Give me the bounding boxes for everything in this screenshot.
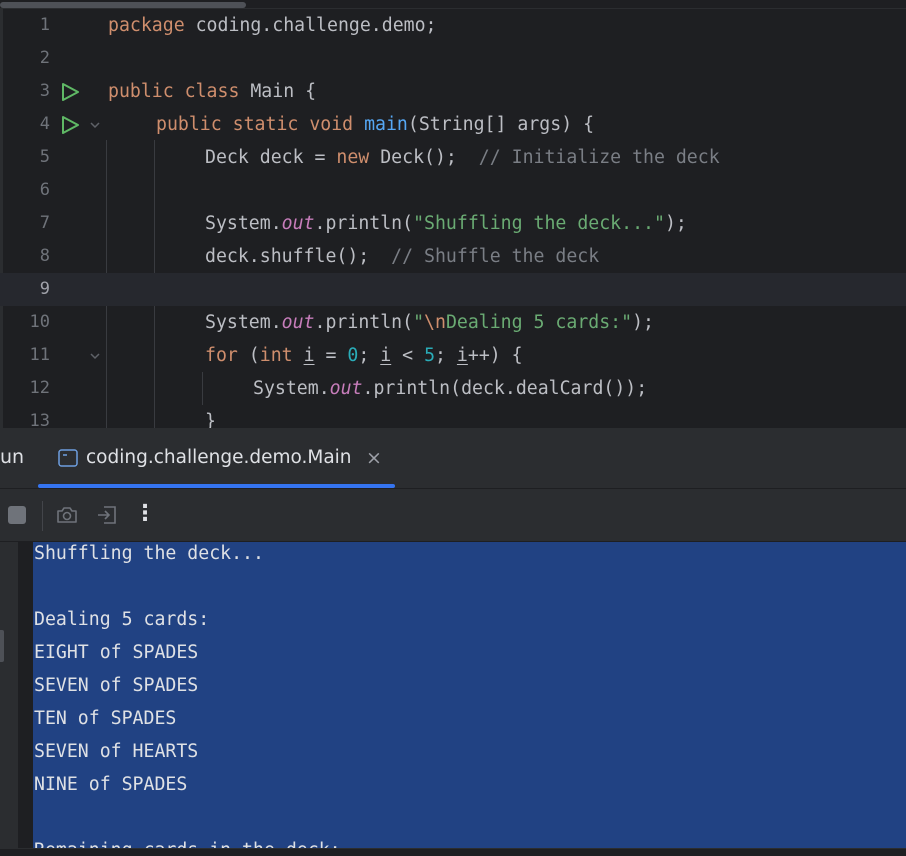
code-line-3[interactable]: 3 public class Main { (0, 75, 906, 108)
output-line[interactable]: TEN of SPADES (34, 702, 176, 735)
line-number: 7 (39, 213, 50, 233)
camera-icon[interactable] (55, 503, 79, 527)
console-gutter (0, 542, 18, 856)
line-number: 2 (39, 48, 50, 68)
code-text[interactable]: Deck deck = new Deck(); // Initialize th… (205, 141, 720, 174)
code-line-11[interactable]: 11 for (int i = 0; i < 5; i++) { (0, 339, 906, 372)
fold-arrow-icon[interactable] (88, 118, 102, 132)
code-line-7[interactable]: 7 System.out.println("Shuffling the deck… (0, 207, 906, 240)
line-number: 3 (39, 81, 50, 101)
code-text[interactable]: deck.shuffle(); // Shuffle the deck (205, 240, 599, 273)
horizontal-scrollbar[interactable] (0, 0, 906, 9)
line-number: 8 (39, 246, 50, 266)
active-tab-indicator (38, 484, 395, 488)
output-line[interactable]: Shuffling the deck... (34, 542, 264, 570)
code-text[interactable]: System.out.println("Shuffling the deck..… (205, 207, 687, 240)
exit-icon[interactable] (95, 503, 119, 527)
console-output[interactable]: Shuffling the deck... Dealing 5 cards: E… (0, 542, 906, 856)
line-number: 9 (39, 279, 50, 299)
line-number: 10 (29, 312, 50, 332)
run-config-tab[interactable]: coding.challenge.demo.Main × (38, 428, 395, 488)
line-number: 4 (39, 114, 50, 134)
code-text[interactable]: for (int i = 0; i < 5; i++) { (205, 339, 523, 372)
code-text[interactable]: System.out.println(deck.dealCard()); (253, 372, 647, 405)
line-number: 5 (39, 147, 50, 167)
scrollbar-thumb[interactable] (0, 2, 246, 8)
run-gutter-icon[interactable] (60, 116, 80, 134)
toolbar-separator (42, 501, 43, 531)
code-text[interactable]: package coding.challenge.demo; (108, 9, 437, 42)
code-line-8[interactable]: 8 deck.shuffle(); // Shuffle the deck (0, 240, 906, 273)
tab-title[interactable]: coding.challenge.demo.Main (86, 447, 352, 468)
stop-icon[interactable] (5, 503, 29, 527)
run-gutter-icon[interactable] (60, 83, 80, 101)
code-editor[interactable]: 1 package coding.challenge.demo; 2 3 pub… (0, 0, 906, 428)
code-line-5[interactable]: 5 Deck deck = new Deck(); // Initialize … (0, 141, 906, 174)
code-line-2[interactable]: 2 (0, 42, 906, 75)
output-line[interactable]: SEVEN of HEARTS (34, 735, 198, 768)
code-text[interactable]: } (205, 405, 216, 428)
output-line[interactable]: EIGHT of SPADES (34, 636, 198, 669)
output-line[interactable]: SEVEN of SPADES (34, 669, 198, 702)
code-line-6[interactable]: 6 (0, 174, 906, 207)
more-vertical-icon[interactable]: ⋮ (134, 501, 156, 527)
console-gutter-marker (0, 630, 4, 662)
application-icon (58, 449, 78, 467)
output-line[interactable]: Dealing 5 cards: (34, 603, 209, 636)
run-toolbar: ⋮ (0, 489, 906, 542)
run-tab-bar: un coding.challenge.demo.Main × (0, 428, 906, 489)
run-tool-label[interactable]: un (0, 446, 24, 468)
fold-arrow-icon[interactable] (88, 349, 102, 363)
code-line-4[interactable]: 4 public static void main(String[] args)… (0, 108, 906, 141)
code-line-13[interactable]: 13 } (0, 405, 906, 428)
line-number: 13 (29, 411, 50, 428)
line-number: 1 (39, 15, 50, 35)
line-number: 11 (29, 345, 50, 365)
code-text[interactable]: public static void main(String[] args) { (156, 108, 594, 141)
code-text[interactable]: System.out.println("\nDealing 5 cards:")… (205, 306, 654, 339)
code-line-10[interactable]: 10 System.out.println("\nDealing 5 cards… (0, 306, 906, 339)
line-number: 6 (39, 180, 50, 200)
code-line-1[interactable]: 1 package coding.challenge.demo; (0, 9, 906, 42)
output-line[interactable]: NINE of SPADES (34, 768, 187, 801)
code-text[interactable]: public class Main { (108, 75, 316, 108)
close-icon[interactable]: × (364, 448, 384, 468)
code-line-9-current[interactable]: 9 (0, 273, 906, 306)
code-line-12[interactable]: 12 System.out.println(deck.dealCard()); (0, 372, 906, 405)
console-bottom-edge (0, 848, 906, 856)
line-number: 12 (29, 378, 50, 398)
